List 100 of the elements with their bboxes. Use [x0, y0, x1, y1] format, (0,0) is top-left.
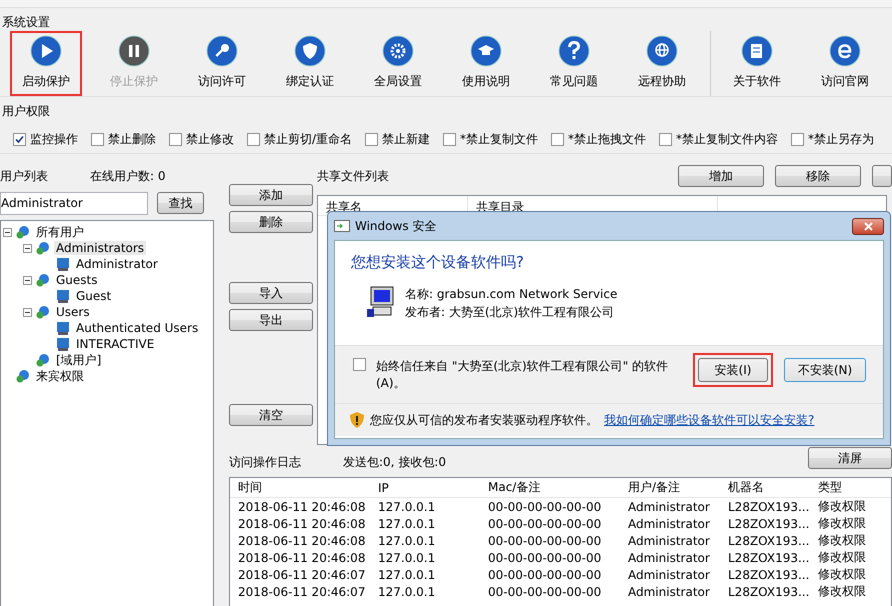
table-cell-text: L28ZOX193... [727, 516, 810, 530]
table-cell-text: Administrator [627, 550, 711, 564]
action-button[interactable]: 添加 [229, 184, 313, 206]
table-cell-text: 00-00-00-00-00-00 [487, 568, 602, 582]
table-cell-text: L28ZOX193... [727, 584, 810, 598]
action-button[interactable]: 删除 [229, 211, 313, 233]
tree-item[interactable]: Guest [74, 289, 114, 303]
trust-label: 始终信任来自 "大势至(北京)软件工程有限公司" 的软件(A)。 [376, 358, 670, 392]
column-header[interactable]: Mac/备注 [480, 479, 620, 496]
tree-item[interactable]: Guests [54, 273, 100, 287]
table-cell-text: Administrator [627, 568, 711, 582]
search-field[interactable]: Administrator [0, 192, 148, 215]
clear-button[interactable]: 清屏 [808, 447, 892, 469]
column-header[interactable]: IP [370, 480, 480, 494]
device-name: 名称: grabsun.com Network Service [405, 286, 618, 303]
toolbar-button[interactable]: 访问许可 [186, 31, 258, 96]
table-cell-text: 127.0.0.1 [377, 584, 436, 598]
tree-item[interactable]: Administrators [54, 241, 146, 255]
shield-icon [350, 412, 364, 428]
publisher: 发布者: 大势至(北京)软件工程有限公司 [405, 304, 616, 321]
checkbox[interactable] [13, 133, 26, 146]
table-cell-text: 2018-06-11 20:46:08 [237, 500, 366, 514]
checkbox[interactable] [353, 358, 366, 371]
table-cell-text: 127.0.0.1 [377, 500, 436, 514]
table-cell-text: 修改权限 [817, 549, 867, 566]
checkbox[interactable] [247, 133, 260, 146]
dialog-button[interactable]: 不安装(N) [784, 358, 866, 382]
tree-item[interactable]: [域用户] [54, 352, 104, 368]
collapse-toggle-icon[interactable] [23, 244, 32, 252]
toolbar-button[interactable]: 关于软件 [721, 31, 793, 96]
checkbox[interactable] [551, 133, 564, 146]
column-header[interactable]: 机器名 [720, 479, 810, 496]
toolbar-button[interactable]: 启动保护 [10, 31, 82, 96]
pause-icon [118, 35, 150, 67]
action-button[interactable]: 导入 [229, 282, 313, 304]
graduation-cap-icon [470, 35, 502, 67]
network-icon [35, 304, 51, 320]
tree-item[interactable]: INTERACTIVE [74, 337, 156, 351]
online-count: 在线用户数: 0 [90, 168, 166, 184]
table-cell-text: Administrator [627, 584, 711, 598]
table-cell-text: 00-00-00-00-00-00 [487, 500, 602, 514]
table-cell-text: 00-00-00-00-00-00 [487, 550, 602, 564]
collapse-toggle-icon[interactable] [23, 276, 32, 284]
column-header[interactable]: 类型 [810, 479, 890, 496]
checkbox-label: 禁止新建 [382, 131, 430, 148]
column-header[interactable]: 用户/备注 [620, 479, 720, 496]
checkbox[interactable] [169, 133, 182, 146]
toolbar-button[interactable]: 使用说明 [450, 31, 522, 96]
computer-icon [55, 256, 71, 272]
table-cell-text: 2018-06-11 20:46:07 [237, 568, 366, 582]
action-button[interactable]: 清空 [229, 404, 313, 426]
checkbox-label: 禁止删除 [108, 131, 156, 148]
table-cell-text: 修改权限 [817, 498, 867, 515]
toolbar-button[interactable]: 绑定认证 [274, 31, 346, 96]
checkbox-label: 禁止剪切/重命名 [264, 131, 352, 148]
action-button[interactable]: 增加 [678, 165, 764, 187]
close-icon [864, 222, 872, 230]
collapse-toggle-icon[interactable] [23, 308, 32, 316]
action-button[interactable]: 移除 [775, 165, 861, 187]
browser-icon [829, 35, 861, 67]
table-cell-text: 修改权限 [817, 566, 867, 583]
toolbar-button[interactable]: 全局设置 [362, 31, 434, 96]
close-button[interactable] [852, 218, 884, 234]
checkbox[interactable] [791, 133, 804, 146]
settings-icon [382, 35, 414, 67]
action-button[interactable] [872, 165, 892, 187]
tree-item[interactable]: Users [54, 305, 92, 319]
network-icon [35, 272, 51, 288]
action-button[interactable]: 导出 [229, 309, 313, 331]
checkbox[interactable] [365, 133, 378, 146]
checkbox[interactable] [659, 133, 672, 146]
play-icon [30, 35, 62, 67]
help-link[interactable]: 我如何确定哪些设备软件可以安全安装? [604, 412, 814, 428]
table-cell-text: 2018-06-11 20:46:08 [237, 516, 366, 530]
tree-item[interactable]: Administrator [74, 257, 160, 271]
dialog-button[interactable]: 安装(I) [698, 358, 768, 382]
checkbox[interactable] [443, 133, 456, 146]
checkbox-label: 监控操作 [30, 131, 78, 148]
checkbox[interactable] [91, 133, 104, 146]
tree-item[interactable]: 所有用户 [34, 224, 86, 240]
search-button[interactable]: 查找 [157, 192, 204, 214]
panel-title: 访问操作日志 [229, 454, 301, 470]
table-cell-text: 2018-06-11 20:46:08 [237, 534, 366, 548]
table-cell-text: 127.0.0.1 [377, 516, 436, 530]
table-cell-text: 00-00-00-00-00-00 [487, 516, 602, 530]
section-title: 系统设置 [1, 14, 51, 31]
tree-item[interactable]: Authenticated Users [74, 321, 200, 335]
table-cell-text: 修改权限 [817, 515, 867, 532]
collapse-toggle-icon[interactable] [3, 228, 12, 236]
toolbar-button[interactable]: 常见问题 [538, 31, 610, 96]
table-cell-text: L28ZOX193... [727, 550, 810, 564]
table-cell-text: L28ZOX193... [727, 534, 810, 548]
column-header[interactable]: 时间 [230, 479, 370, 496]
table-cell-text: 00-00-00-00-00-00 [487, 534, 602, 548]
checkbox-label: 禁止修改 [186, 131, 234, 148]
toolbar-button[interactable]: 远程协助 [626, 31, 698, 96]
tree-item[interactable]: 来宾权限 [34, 368, 86, 384]
section-title: 用户权限 [1, 103, 51, 120]
toolbar-button[interactable]: 访问官网 [809, 31, 881, 96]
computer-icon [55, 336, 71, 352]
